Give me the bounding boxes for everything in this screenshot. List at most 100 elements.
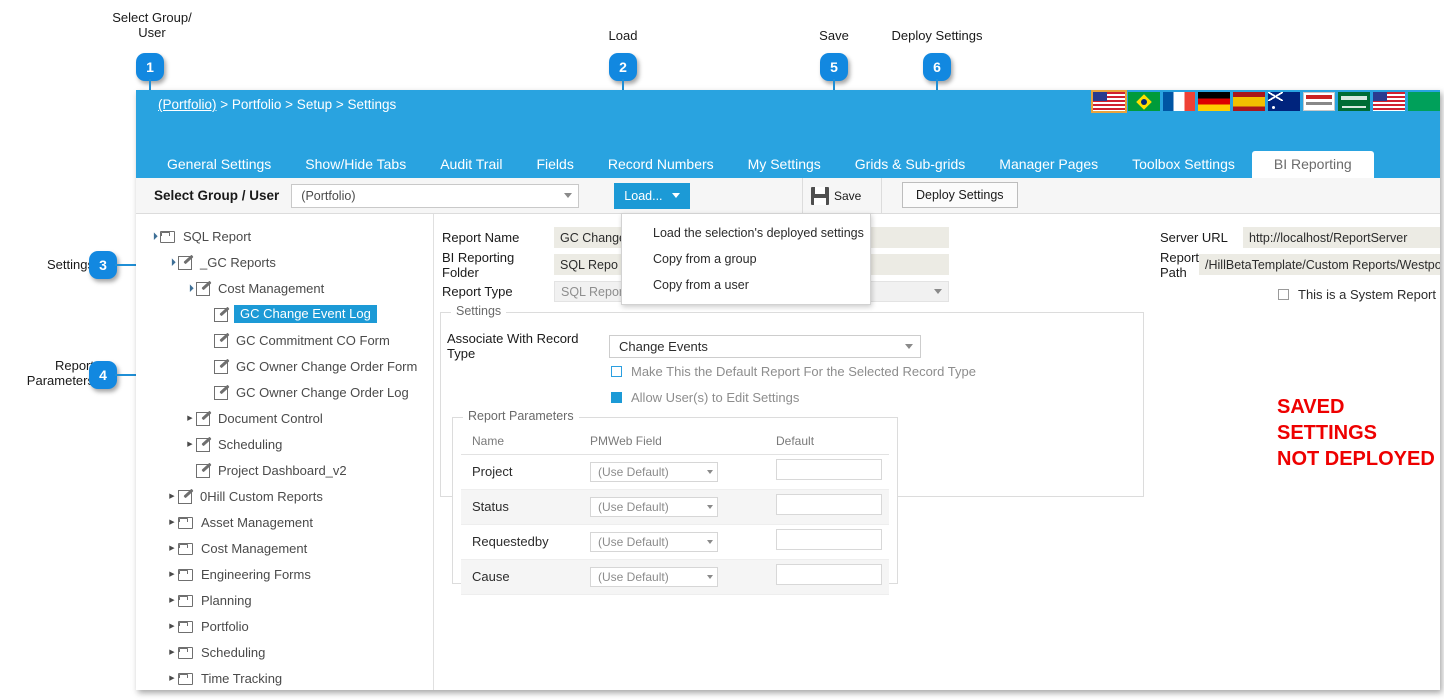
chevron-down-icon	[934, 289, 942, 294]
collapse-arrow-icon[interactable]	[184, 414, 196, 422]
tab-record-numbers[interactable]: Record Numbers	[591, 152, 731, 178]
chevron-down-icon	[707, 575, 713, 579]
flag-green-icon[interactable]	[1408, 92, 1440, 111]
save-button[interactable]: Save	[802, 178, 882, 213]
param-default-cell	[765, 559, 889, 595]
system-report-checkbox-row[interactable]: This is a System Report	[1278, 287, 1440, 302]
load-menu-item-2[interactable]: Copy from a group	[622, 246, 870, 272]
breadcrumb-rest: > Portfolio > Setup > Settings	[216, 97, 397, 112]
deploy-settings-button[interactable]: Deploy Settings	[902, 182, 1018, 208]
expand-arrow-icon[interactable]	[166, 258, 178, 266]
tree-item[interactable]: Portfolio	[142, 613, 433, 639]
tree-item[interactable]: Cost Management	[142, 535, 433, 561]
flag-united-states-icon[interactable]	[1091, 90, 1127, 113]
tab-bi-reporting[interactable]: BI Reporting	[1251, 151, 1374, 178]
flag-brazil-icon[interactable]	[1128, 92, 1160, 111]
tab-my-settings[interactable]: My Settings	[731, 152, 838, 178]
param-pmweb-field-dropdown[interactable]: (Use Default)	[590, 462, 718, 482]
collapse-arrow-icon[interactable]	[166, 570, 178, 578]
chevron-down-icon	[564, 193, 573, 198]
flag-hill-international-icon[interactable]	[1303, 92, 1335, 111]
tree-item[interactable]: _GC Reports	[142, 249, 433, 275]
tab-label: Grids & Sub-grids	[854, 156, 966, 172]
collapse-arrow-icon[interactable]	[166, 544, 178, 552]
breadcrumb-portfolio-link[interactable]: (Portfolio)	[158, 97, 217, 112]
tab-toolbox-settings[interactable]: Toolbox Settings	[1115, 152, 1252, 178]
flag-united-states-2-icon[interactable]	[1373, 92, 1405, 111]
allow-edit-checkbox-row[interactable]: Allow User(s) to Edit Settings	[611, 390, 799, 405]
tree-item[interactable]: Planning	[142, 587, 433, 613]
param-default-input[interactable]	[776, 494, 882, 515]
tree-item[interactable]: Asset Management	[142, 509, 433, 535]
tree-item[interactable]: Project Dashboard_v2	[142, 457, 433, 483]
param-name: Cause	[472, 569, 510, 584]
folder-icon	[178, 543, 193, 555]
report-type-value: SQL Report	[561, 284, 627, 299]
report-name-label: Report Name	[442, 230, 520, 245]
tree-item[interactable]: GC Owner Change Order Form	[142, 353, 433, 379]
tree-item[interactable]: Scheduling	[142, 639, 433, 665]
param-default-cell	[765, 524, 889, 560]
folder-icon	[178, 621, 193, 633]
load-button[interactable]: Load...	[614, 182, 690, 209]
param-pmweb-field-dropdown[interactable]: (Use Default)	[590, 497, 718, 517]
associate-record-type-dropdown[interactable]: Change Events	[609, 334, 921, 358]
param-pmweb-field-dropdown[interactable]: (Use Default)	[590, 567, 718, 587]
collapse-arrow-icon[interactable]	[166, 648, 178, 656]
checkbox-checked-icon[interactable]	[611, 392, 622, 403]
expand-arrow-icon[interactable]	[148, 232, 160, 240]
tree-item[interactable]: Scheduling	[142, 431, 433, 457]
tree-item[interactable]: SQL Report	[142, 223, 433, 249]
select-group-user-dropdown[interactable]: (Portfolio)	[291, 183, 580, 208]
report-tree[interactable]: SQL Report _GC Reports Cost Management GC C…	[136, 214, 434, 690]
collapse-arrow-icon[interactable]	[166, 596, 178, 604]
param-default-input[interactable]	[776, 529, 882, 550]
param-pmweb-field-dropdown[interactable]: (Use Default)	[590, 532, 718, 552]
param-pmweb-field-value: (Use Default)	[598, 500, 669, 514]
param-default-input[interactable]	[776, 459, 882, 480]
not-deployed-warning: SAVED SETTINGS NOT DEPLOYED	[1277, 394, 1435, 472]
tree-item[interactable]: Engineering Forms	[142, 561, 433, 587]
tab-grids-sub-grids[interactable]: Grids & Sub-grids	[838, 152, 982, 178]
callout-label-2: Load	[608, 28, 638, 43]
collapse-arrow-icon[interactable]	[166, 622, 178, 630]
collapse-arrow-icon[interactable]	[166, 518, 178, 526]
server-url-value[interactable]: http://localhost/ReportServer	[1243, 227, 1440, 248]
allow-edit-label: Allow User(s) to Edit Settings	[631, 390, 800, 405]
report-path-value[interactable]: /HillBetaTemplate/Custom Reports/Westpor…	[1199, 254, 1440, 275]
chevron-down-icon	[707, 540, 713, 544]
load-menu-item-1[interactable]: Load the selection's deployed settings	[622, 220, 870, 246]
callout-label-6: Deploy Settings	[891, 28, 983, 43]
tab-general-settings[interactable]: General Settings	[150, 152, 288, 178]
flag-germany-icon[interactable]	[1198, 92, 1230, 111]
tab-manager-pages[interactable]: Manager Pages	[982, 152, 1115, 178]
default-report-checkbox-row[interactable]: Make This the Default Report For the Sel…	[611, 364, 976, 379]
checkbox-unchecked-icon[interactable]	[611, 366, 622, 377]
tree-item[interactable]: Time Tracking	[142, 665, 433, 690]
tree-item-selected[interactable]: GC Change Event Log	[142, 301, 433, 327]
expand-arrow-icon[interactable]	[184, 284, 196, 292]
floppy-disk-icon	[811, 186, 829, 205]
chevron-down-icon	[905, 343, 913, 349]
checkbox-unchecked-icon[interactable]	[1278, 289, 1289, 300]
flag-saudi-arabia-icon[interactable]	[1338, 92, 1370, 111]
deploy-settings-label: Deploy Settings	[916, 188, 1004, 202]
collapse-arrow-icon[interactable]	[166, 674, 178, 682]
tab-audit-trail[interactable]: Audit Trail	[423, 152, 519, 178]
load-menu-item-3[interactable]: Copy from a user	[622, 272, 870, 298]
tree-item[interactable]: 0Hill Custom Reports	[142, 483, 433, 509]
tree-item[interactable]: GC Commitment CO Form	[142, 327, 433, 353]
param-default-cell	[765, 454, 889, 490]
param-pmweb-field-value: (Use Default)	[598, 535, 669, 549]
collapse-arrow-icon[interactable]	[184, 440, 196, 448]
collapse-arrow-icon[interactable]	[166, 492, 178, 500]
flag-spain-icon[interactable]	[1233, 92, 1265, 111]
tree-item[interactable]: Cost Management	[142, 275, 433, 301]
tab-fields[interactable]: Fields	[519, 152, 590, 178]
param-default-input[interactable]	[776, 564, 882, 585]
tree-item[interactable]: GC Owner Change Order Log	[142, 379, 433, 405]
tab-show-hide-tabs[interactable]: Show/Hide Tabs	[288, 152, 423, 178]
tree-item[interactable]: Document Control	[142, 405, 433, 431]
flag-france-icon[interactable]	[1163, 92, 1195, 111]
flag-australia-icon[interactable]	[1268, 92, 1300, 111]
